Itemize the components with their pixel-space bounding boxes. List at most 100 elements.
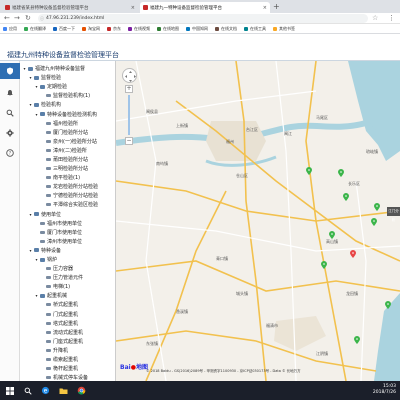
tree-leaf[interactable]: 塔式起重机 xyxy=(20,319,115,328)
menu-icon[interactable]: ⋮ xyxy=(388,14,395,23)
bookmark-item[interactable]: 在线工具 xyxy=(244,26,266,32)
tree-leaf[interactable]: 南平检验(1) xyxy=(20,173,115,182)
map-canvas[interactable] xyxy=(116,61,400,381)
expand-toggle-icon[interactable]: ▾ xyxy=(28,212,33,217)
browser-tab[interactable]: 福建省某县特种设备监督检验管理平台 × xyxy=(2,2,138,13)
tree-node-label: 厦门检验所分站 xyxy=(53,129,89,136)
map-marker-icon[interactable] xyxy=(338,169,344,177)
tree-leaf[interactable]: 福州市使用单位 xyxy=(20,219,115,228)
expand-toggle-icon[interactable]: ▾ xyxy=(34,112,39,117)
map-marker-icon[interactable] xyxy=(321,261,327,269)
tree-folder[interactable]: ▾ 使用单位 xyxy=(20,210,115,219)
settings-button[interactable] xyxy=(0,125,20,141)
tree-leaf[interactable]: 漳州市使用单位 xyxy=(20,237,115,246)
map-place-label: 江阴镇 xyxy=(316,351,328,356)
browser-tab-active[interactable]: 福建九一特种设备监督检验管理平台 × xyxy=(140,2,270,13)
bookmark-item[interactable]: 应用 xyxy=(3,26,17,32)
tree-leaf[interactable]: 泉州(一)检验所分站 xyxy=(20,137,115,146)
search-taskbar-button[interactable] xyxy=(21,384,34,397)
tree-leaf[interactable]: 压力管道元件 xyxy=(20,273,115,282)
tree-leaf[interactable]: 莆田检验所分站 xyxy=(20,155,115,164)
tree-folder[interactable]: ▾ 起重机械 xyxy=(20,291,115,300)
expand-toggle-icon[interactable]: ▾ xyxy=(22,66,27,71)
tree-leaf[interactable]: 机械式停车设备 xyxy=(20,373,115,381)
zoom-slider[interactable] xyxy=(128,95,130,135)
tree-folder[interactable]: ▾ 锅炉 xyxy=(20,255,115,264)
tree-leaf[interactable]: 电梯(1) xyxy=(20,282,115,291)
reload-icon[interactable]: ↻ xyxy=(25,14,31,23)
back-icon[interactable]: ← xyxy=(4,14,10,23)
ie-button[interactable]: e xyxy=(39,384,52,397)
tree-leaf[interactable]: 门式起重机 xyxy=(20,310,115,319)
bookmark-item[interactable]: 京东 xyxy=(107,26,121,32)
zoom-out-button[interactable]: − xyxy=(125,137,133,145)
tree-leaf[interactable]: 福州检验所 xyxy=(20,119,115,128)
chrome-button[interactable] xyxy=(75,384,88,397)
tree-leaf[interactable]: 宁德检验所分站检验 xyxy=(20,191,115,200)
tree-leaf[interactable]: 缆索起重机 xyxy=(20,355,115,364)
tree-leaf[interactable]: 门座式起重机 xyxy=(20,337,115,346)
map-marker-icon[interactable] xyxy=(354,336,360,344)
tree-folder[interactable]: ▾ 福建九州特种设备监督 xyxy=(20,64,115,73)
expand-toggle-icon[interactable]: ▾ xyxy=(28,102,33,107)
forward-icon[interactable]: → xyxy=(14,14,20,23)
expand-toggle-icon[interactable]: ▾ xyxy=(28,75,33,80)
bookmark-item[interactable]: 淘宝网 xyxy=(82,26,100,32)
tree-leaf[interactable]: 压力容器 xyxy=(20,264,115,273)
map-marker-icon[interactable] xyxy=(306,167,312,175)
tree-leaf[interactable]: 监督检验机构(1) xyxy=(20,91,115,100)
notification-button[interactable] xyxy=(0,85,20,101)
item-icon xyxy=(46,176,51,180)
help-button[interactable]: ? xyxy=(0,145,20,161)
nav-home-button[interactable] xyxy=(0,63,20,79)
pan-control[interactable] xyxy=(122,68,137,83)
start-button[interactable] xyxy=(3,384,16,397)
selected-marker-icon[interactable] xyxy=(350,250,356,258)
search-button[interactable] xyxy=(0,105,20,121)
tree-leaf[interactable]: 三明检验所分站 xyxy=(20,164,115,173)
tree-leaf[interactable]: 流动式起重机 xyxy=(20,328,115,337)
tree-folder[interactable]: ▾ 监督检验 xyxy=(20,73,115,82)
tree-folder[interactable]: ▾ 检验机构 xyxy=(20,100,115,109)
expand-toggle-icon[interactable]: ▾ xyxy=(34,293,39,298)
expand-toggle-icon[interactable]: ▾ xyxy=(34,257,39,262)
expand-toggle-icon[interactable]: ▾ xyxy=(34,84,39,89)
explorer-button[interactable] xyxy=(57,384,70,397)
map-marker-icon[interactable] xyxy=(371,218,377,226)
tree-leaf[interactable]: 升降机 xyxy=(20,346,115,355)
url-input[interactable]: ⓘ 47.96.231.239/index.html xyxy=(38,14,368,23)
map-place-label: 福清市 xyxy=(266,323,278,328)
bookmark-item[interactable]: 百度一下 xyxy=(53,26,75,32)
map-marker-icon[interactable] xyxy=(343,193,349,201)
tree-folder[interactable]: ▾ 特种设备检验检测机构 xyxy=(20,109,115,118)
map-marker-icon[interactable] xyxy=(374,203,380,211)
zoom-in-button[interactable]: + xyxy=(125,85,133,93)
tree-leaf[interactable]: 厦门市使用单位 xyxy=(20,228,115,237)
info-icon[interactable]: ⓘ xyxy=(40,14,44,23)
tree-leaf[interactable]: 龙岩检验所分站检验 xyxy=(20,182,115,191)
new-tab-button[interactable]: + xyxy=(273,2,280,12)
bookmark-item[interactable]: 中国知网 xyxy=(186,26,208,32)
tree-folder[interactable]: ▾ 特种设备 xyxy=(20,246,115,255)
map-marker-icon[interactable] xyxy=(385,301,391,309)
bookmark-item[interactable]: 其他书签 xyxy=(273,26,295,32)
bookmark-item[interactable]: 在线文档 xyxy=(215,26,237,32)
ie-icon: e xyxy=(41,386,50,395)
tree-leaf[interactable]: 桅杆起重机 xyxy=(20,364,115,373)
close-icon[interactable]: × xyxy=(129,5,135,11)
tree-leaf[interactable]: 桥式起重机 xyxy=(20,300,115,309)
bookmark-item[interactable]: 在线地图 xyxy=(157,26,179,32)
bookmark-star-icon[interactable]: ☆ xyxy=(372,14,378,23)
map-side-button[interactable]: 江门分析 xyxy=(387,207,400,222)
tree-leaf[interactable]: 漳州(二)检验所 xyxy=(20,146,115,155)
expand-toggle-icon[interactable]: ▾ xyxy=(28,248,33,253)
bookmark-item[interactable]: 在线视频 xyxy=(128,26,150,32)
tree-leaf[interactable]: 平潭综合实验区检验 xyxy=(20,200,115,209)
tree-folder[interactable]: ▾ 定期检验 xyxy=(20,82,115,91)
close-icon[interactable]: × xyxy=(261,5,267,11)
map-marker-icon[interactable] xyxy=(329,231,335,239)
tree-leaf[interactable]: 厦门检验所分站 xyxy=(20,128,115,137)
bookmark-item[interactable]: 在线翻译 xyxy=(24,26,46,32)
clock[interactable]: 15:03 2018/7/26 xyxy=(373,384,396,396)
map-view[interactable]: 闽侯县 上街镇 南屿镇 福州 台江区 仓山区 马尾区 长乐区 琅岐镇 闽江 青口镇 福清市 江阴镇 渔溪镇… xyxy=(116,61,400,381)
